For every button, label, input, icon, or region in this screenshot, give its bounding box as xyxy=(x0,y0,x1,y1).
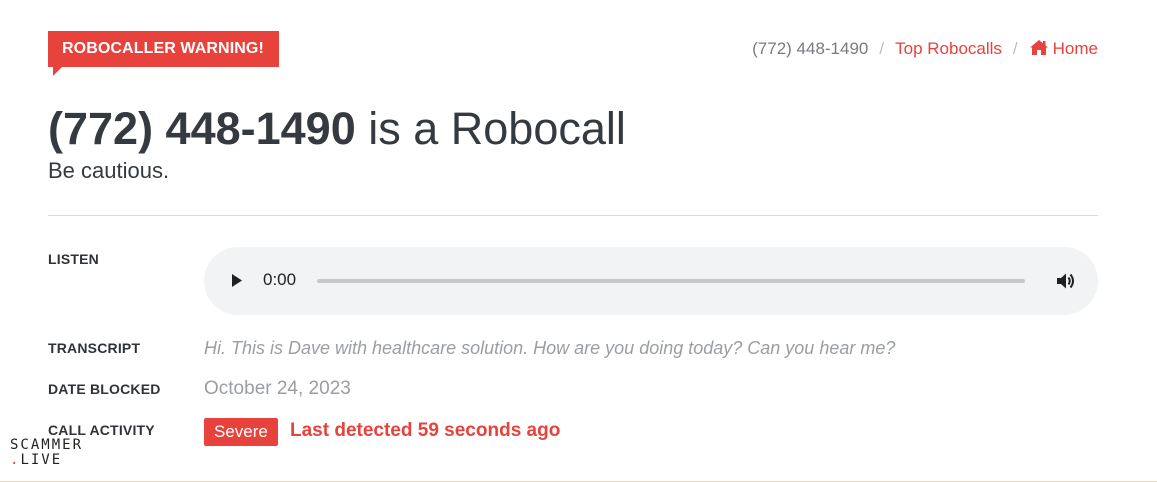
page-title: (772) 448-1490 is a Robocall xyxy=(48,102,626,156)
listen-label: LISTEN xyxy=(48,251,99,267)
warning-tag-text: ROBOCALLER WARNING! xyxy=(62,40,264,57)
volume-icon[interactable] xyxy=(1055,270,1077,292)
breadcrumb-current: (772) 448-1490 xyxy=(752,39,869,58)
severity-badge: Severe xyxy=(204,418,278,446)
audio-time: 0:00 xyxy=(263,270,297,289)
breadcrumb-top-robocalls-link[interactable]: Top Robocalls xyxy=(895,39,1002,59)
section-divider xyxy=(48,215,1098,216)
transcript-text: Hi. This is Dave with healthcare solutio… xyxy=(204,338,896,358)
play-icon[interactable] xyxy=(231,273,243,288)
breadcrumb-home-label: Home xyxy=(1052,39,1098,58)
audio-progress-track[interactable] xyxy=(317,279,1025,283)
call-activity-label: CALL ACTIVITY xyxy=(48,422,155,438)
breadcrumb: (772) 448-1490 / Top Robocalls / Home xyxy=(752,39,1098,59)
breadcrumb-home-link[interactable]: Home xyxy=(1029,39,1098,59)
breadcrumb-separator: / xyxy=(879,39,885,58)
transcript-label: TRANSCRIPT xyxy=(48,340,141,356)
page-subtitle: Be cautious. xyxy=(48,158,170,183)
scammer-live-logo: SCAMMER .LIVE xyxy=(10,438,83,468)
logo-line-1: SCAMMER xyxy=(10,437,84,453)
phone-number: (772) 448-1490 xyxy=(48,103,356,154)
last-detected-text: Last detected 59 seconds ago xyxy=(290,420,561,441)
logo-dot: . xyxy=(10,452,21,468)
audio-player[interactable]: 0:00 xyxy=(204,247,1098,315)
home-icon xyxy=(1029,40,1048,55)
date-blocked-label: DATE BLOCKED xyxy=(48,381,161,397)
breadcrumb-separator: / xyxy=(1012,39,1018,58)
warning-tag-notch xyxy=(53,67,62,76)
title-suffix: is a Robocall xyxy=(368,103,626,154)
robocaller-warning-tag: ROBOCALLER WARNING! xyxy=(48,31,279,76)
logo-line-2: LIVE xyxy=(20,452,63,468)
date-blocked-value: October 24, 2023 xyxy=(204,378,351,399)
